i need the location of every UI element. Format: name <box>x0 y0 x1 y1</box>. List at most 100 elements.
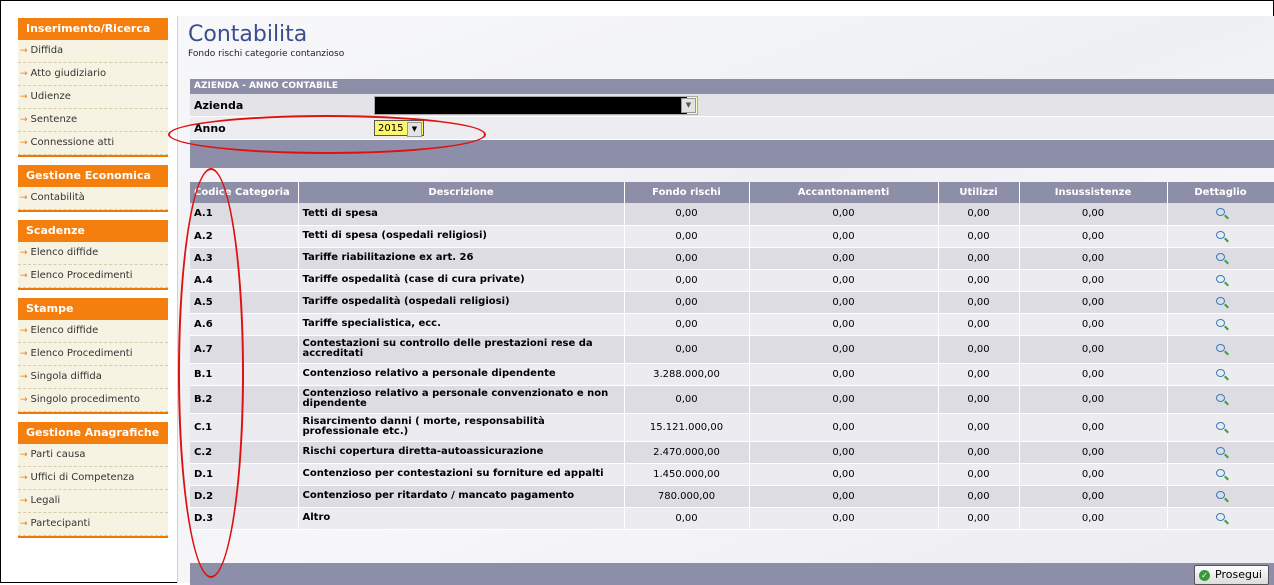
magnifier-icon[interactable] <box>1216 274 1225 283</box>
sidebar-item[interactable]: → Elenco diffide <box>18 320 168 343</box>
row-fondo-rischi: 2.470.000,00 <box>624 441 750 464</box>
sidebar: Inserimento/Ricerca → Diffida → Atto giudizi… <box>18 18 168 546</box>
categories-table: Codice Categoria Descrizione Fondo rischi A… <box>190 182 1274 530</box>
arrow-right-icon: → <box>20 349 28 359</box>
row-description: Tariffe riabilitazione ex art. 26 <box>298 247 625 270</box>
row-code: C.2 <box>190 441 299 464</box>
sidebar-item-label: Singolo procedimento <box>30 394 140 405</box>
column-header: Utilizzi <box>938 182 1020 203</box>
sidebar-section: Scadenze → Elenco diffide → Elenco Procedime… <box>18 220 168 290</box>
sidebar-item-label: Elenco diffide <box>30 325 99 336</box>
azienda-label: Azienda <box>194 98 244 112</box>
sidebar-item[interactable]: → Atto giudiziario <box>18 63 168 86</box>
table-row: A.7 Contestazioni su controllo delle pres… <box>190 335 1274 364</box>
sidebar-section: Stampe → Elenco diffide → Elenco Procediment… <box>18 298 168 414</box>
sidebar-item[interactable]: → Uffici di Competenza <box>18 467 168 490</box>
row-accantonamenti: 0,00 <box>749 269 939 292</box>
row-insussistenze: 0,00 <box>1019 335 1168 364</box>
row-description: Contenzioso per ritardato / mancato paga… <box>298 485 625 508</box>
magnifier-icon[interactable] <box>1216 252 1225 261</box>
magnifier-icon[interactable] <box>1216 343 1225 352</box>
sidebar-item-label: Singola diffida <box>30 371 102 382</box>
row-code: D.1 <box>190 463 299 486</box>
row-fondo-rischi: 0,00 <box>624 313 750 336</box>
magnifier-icon[interactable] <box>1216 468 1225 477</box>
magnifier-icon[interactable] <box>1216 208 1225 217</box>
magnifier-icon[interactable] <box>1216 318 1225 327</box>
sidebar-item[interactable]: → Legali <box>18 490 168 513</box>
sidebar-item[interactable]: → Sentenze <box>18 109 168 132</box>
arrow-right-icon: → <box>20 519 28 529</box>
sidebar-item[interactable]: → Elenco Procedimenti <box>18 265 168 288</box>
magnifier-icon[interactable] <box>1216 393 1225 402</box>
magnifier-icon[interactable] <box>1216 368 1225 377</box>
sidebar-section-title: Scadenze <box>18 220 168 242</box>
row-accantonamenti: 0,00 <box>749 441 939 464</box>
row-accantonamenti: 0,00 <box>749 485 939 508</box>
sidebar-item[interactable]: → Contabilità <box>18 187 168 210</box>
magnifier-icon[interactable] <box>1216 421 1225 430</box>
arrow-right-icon: → <box>20 372 28 382</box>
table-row: A.4 Tariffe ospedalità (case di cura priv… <box>190 269 1274 292</box>
row-dettaglio <box>1167 247 1274 270</box>
magnifier-icon[interactable] <box>1216 490 1225 499</box>
row-code: A.1 <box>190 203 299 226</box>
row-accantonamenti: 0,00 <box>749 291 939 314</box>
anno-select[interactable]: 2015 ▼ <box>374 120 424 137</box>
row-description: Tariffe specialistica, ecc. <box>298 313 625 336</box>
row-dettaglio <box>1167 269 1274 292</box>
sidebar-item[interactable]: → Parti causa <box>18 444 168 467</box>
column-header: Accantonamenti <box>749 182 939 203</box>
row-insussistenze: 0,00 <box>1019 291 1168 314</box>
sidebar-item-label: Elenco Procedimenti <box>30 270 133 281</box>
sidebar-item[interactable]: → Connessione atti <box>18 132 168 155</box>
row-fondo-rischi: 0,00 <box>624 247 750 270</box>
arrow-right-icon: → <box>20 395 28 405</box>
row-accantonamenti: 0,00 <box>749 225 939 248</box>
row-accantonamenti: 0,00 <box>749 363 939 386</box>
sidebar-item[interactable]: → Elenco diffide <box>18 242 168 265</box>
azienda-row: Azienda DNA ▼ <box>190 94 1274 117</box>
magnifier-icon[interactable] <box>1216 230 1225 239</box>
row-insussistenze: 0,00 <box>1019 441 1168 464</box>
magnifier-icon[interactable] <box>1216 446 1225 455</box>
row-accantonamenti: 0,00 <box>749 247 939 270</box>
row-code: A.6 <box>190 313 299 336</box>
arrow-right-icon: → <box>20 69 28 79</box>
row-dettaglio <box>1167 441 1274 464</box>
row-insussistenze: 0,00 <box>1019 225 1168 248</box>
sidebar-item[interactable]: → Singolo procedimento <box>18 389 168 412</box>
sidebar-item-label: Elenco diffide <box>30 247 99 258</box>
row-insussistenze: 0,00 <box>1019 363 1168 386</box>
sidebar-item[interactable]: → Udienze <box>18 86 168 109</box>
sidebar-item-label: Sentenze <box>30 114 78 125</box>
sidebar-item[interactable]: → Partecipanti <box>18 513 168 536</box>
column-header: Codice Categoria <box>190 182 299 203</box>
sidebar-item[interactable]: → Elenco Procedimenti <box>18 343 168 366</box>
azienda-select[interactable]: DNA ▼ <box>374 95 698 115</box>
arrow-right-icon: → <box>20 450 28 460</box>
column-header: Dettaglio <box>1167 182 1274 203</box>
row-utilizzi: 0,00 <box>938 247 1020 270</box>
sidebar-section: Inserimento/Ricerca → Diffida → Atto giudizi… <box>18 18 168 157</box>
row-insussistenze: 0,00 <box>1019 247 1168 270</box>
magnifier-icon[interactable] <box>1216 296 1225 305</box>
row-description: Contenzioso relativo a personale convenz… <box>298 385 625 414</box>
row-utilizzi: 0,00 <box>938 463 1020 486</box>
row-utilizzi: 0,00 <box>938 441 1020 464</box>
sidebar-section-title: Gestione Economica <box>18 165 168 187</box>
redacted-block <box>375 96 687 114</box>
row-insussistenze: 0,00 <box>1019 269 1168 292</box>
anno-value: 2015 <box>378 123 404 134</box>
chevron-down-icon[interactable]: ▼ <box>681 97 696 113</box>
chevron-down-icon[interactable]: ▼ <box>407 122 422 137</box>
row-insussistenze: 0,00 <box>1019 413 1168 442</box>
prosegui-button[interactable]: ✓ Prosegui <box>1194 565 1269 585</box>
table-row: A.1 Tetti di spesa 0,00 0,00 0,00 0,00 <box>190 203 1274 226</box>
sidebar-item[interactable]: → Singola diffida <box>18 366 168 389</box>
arrow-right-icon: → <box>20 46 28 56</box>
sidebar-item-label: Partecipanti <box>30 518 91 529</box>
magnifier-icon[interactable] <box>1216 512 1225 521</box>
sidebar-item[interactable]: → Diffida <box>18 40 168 63</box>
table-row: D.2 Contenzioso per ritardato / mancato p… <box>190 485 1274 508</box>
